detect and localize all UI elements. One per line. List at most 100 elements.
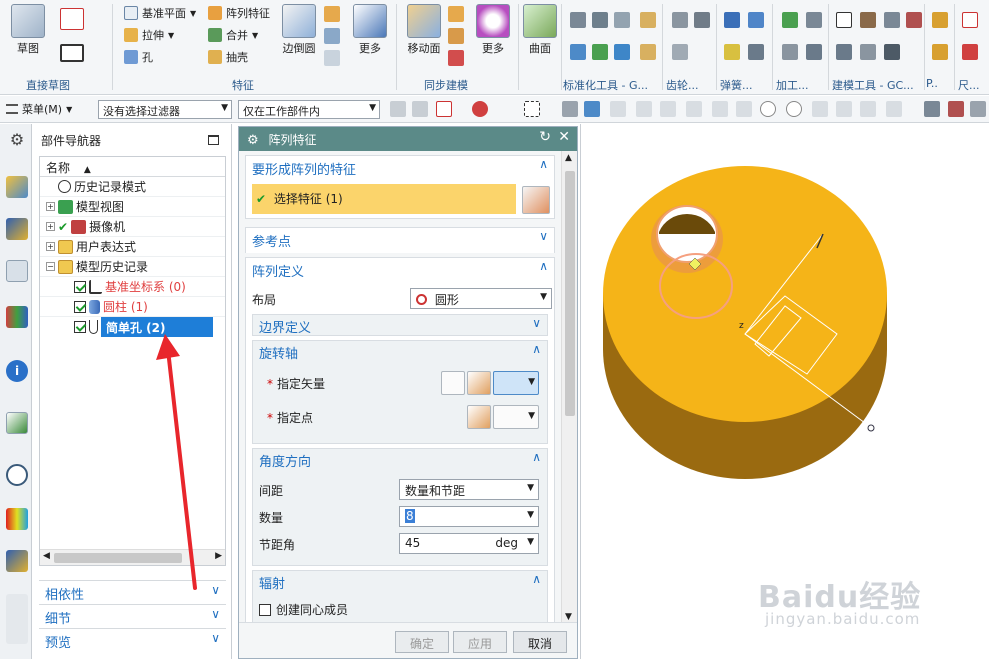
tree-row-model-history[interactable]: − 模型历史记录 (40, 257, 225, 277)
extrude-button[interactable]: 拉伸 ▼ (124, 27, 174, 43)
expand-icon[interactable]: + (46, 202, 55, 211)
more-tools-icon[interactable] (6, 594, 28, 644)
visibility-checkbox[interactable] (74, 280, 86, 293)
collapse-icon[interactable]: − (46, 262, 55, 271)
section-header-features[interactable]: 要形成阵列的特征 ∧ (246, 156, 554, 181)
datum-plane-button[interactable]: 基准平面 ▼ (124, 5, 196, 21)
section-header-reference[interactable]: 参考点 ∨ (246, 228, 554, 253)
ok-button[interactable]: 确定 (395, 631, 449, 653)
std-tool-icon[interactable] (614, 12, 630, 28)
section-header-definition[interactable]: 阵列定义 ∧ (246, 258, 554, 283)
std-tool-icon[interactable] (614, 44, 630, 60)
spacing-select[interactable]: 数量和节距 ▼ (399, 479, 539, 500)
selection-scope-select[interactable]: 仅在工作部件内 ▼ (238, 100, 380, 119)
vector-dialog-button[interactable] (467, 371, 491, 395)
hole-button[interactable]: 孔 (124, 49, 153, 65)
machining-icon[interactable] (782, 12, 798, 28)
dimension-icon[interactable] (932, 44, 948, 60)
edge-blend-button[interactable]: 边倒圆 (280, 4, 318, 56)
tree-row-cylinder[interactable]: 圆柱 (1) (40, 297, 225, 317)
sketch-button[interactable]: 草图 (8, 4, 48, 56)
tree-row-history-mode[interactable]: 历史记录模式 (40, 177, 225, 197)
assembly-navigator-icon[interactable] (6, 176, 28, 198)
snap-icon[interactable] (412, 101, 428, 117)
std-tool-icon[interactable] (592, 12, 608, 28)
apply-button[interactable]: 应用 (453, 631, 507, 653)
gear-icon[interactable] (672, 44, 688, 60)
reset-icon[interactable]: ↻ (539, 129, 551, 145)
modeling-tool-icon[interactable] (906, 12, 922, 28)
dialog-scrollbar[interactable]: ▲ ▼ (561, 151, 577, 624)
create-concentric-row[interactable]: 创建同心成员 (259, 601, 348, 618)
scroll-thumb[interactable] (565, 171, 575, 416)
modeling-tool-icon[interactable] (860, 44, 876, 60)
gear-icon[interactable] (672, 12, 688, 28)
scroll-left-icon[interactable]: ◀ (43, 551, 50, 561)
snap-icon[interactable] (836, 101, 852, 117)
shell-button[interactable]: 抽壳 (208, 49, 248, 65)
snap-icon[interactable] (712, 101, 728, 117)
subsection-boundary[interactable]: 边界定义 ∨ (252, 314, 548, 336)
pattern-feature-button[interactable]: 阵列特征 (208, 5, 270, 21)
palette-icon[interactable] (6, 508, 28, 530)
delete-face-icon[interactable] (448, 50, 464, 66)
offset-region-icon[interactable] (448, 28, 464, 44)
spring-icon[interactable] (748, 44, 764, 60)
select-feature-icon[interactable] (472, 101, 488, 117)
radiation-header[interactable]: 辐射 ∧ (253, 571, 547, 594)
visibility-checkbox[interactable] (74, 300, 86, 313)
select-feature-row[interactable]: ✔ 选择特征 (1) (252, 184, 516, 214)
panel-details[interactable]: 细节 ∨ (39, 604, 226, 627)
snap-icon[interactable] (736, 101, 752, 117)
machining-icon[interactable] (806, 12, 822, 28)
snap-icon[interactable] (786, 101, 802, 117)
curve-icon[interactable] (60, 8, 84, 30)
history-clock-icon[interactable] (6, 464, 28, 486)
scroll-down-icon[interactable]: ▼ (565, 612, 572, 622)
panel-preview[interactable]: 预览 ∨ (39, 628, 226, 651)
reuse-library-icon[interactable] (6, 306, 28, 328)
expand-icon[interactable]: + (46, 222, 55, 231)
part-navigator-icon[interactable] (6, 260, 28, 282)
reverse-direction-button[interactable] (441, 371, 465, 395)
menu-button[interactable]: 菜单(M) ▼ (6, 101, 72, 117)
modeling-tool-icon[interactable] (860, 12, 876, 28)
dimension-icon[interactable] (962, 12, 978, 28)
modeling-tool-icon[interactable] (884, 44, 900, 60)
select-rect-icon[interactable] (524, 101, 540, 117)
snap-icon[interactable] (660, 101, 676, 117)
angle-direction-header[interactable]: 角度方向 ∧ (253, 449, 547, 472)
rotation-axis-header[interactable]: 旋转轴 ∧ (253, 341, 547, 364)
column-header-name[interactable]: 名称 ▲ (40, 157, 225, 177)
tree-row-datum-csys[interactable]: 基准坐标系 (0) (40, 277, 225, 297)
spring-icon[interactable] (748, 12, 764, 28)
machining-icon[interactable] (806, 44, 822, 60)
count-input[interactable]: 8 ▼ (399, 506, 539, 527)
cancel-button[interactable]: 取消 (513, 631, 567, 653)
expand-icon[interactable]: + (46, 242, 55, 251)
std-tool-icon[interactable] (592, 44, 608, 60)
visibility-checkbox[interactable] (74, 321, 86, 333)
pull-face-icon[interactable] (448, 6, 464, 22)
snap-icon[interactable] (610, 101, 626, 117)
modeling-tool-icon[interactable] (836, 12, 852, 28)
std-tool-icon[interactable] (570, 44, 586, 60)
modeling-tool-icon[interactable] (836, 44, 852, 60)
std-tool-icon[interactable] (640, 44, 656, 60)
selection-filter-select[interactable]: 没有选择过滤器 ▼ (98, 100, 232, 119)
layout-select[interactable]: 圆形 ▼ (410, 288, 552, 309)
view-icon[interactable] (970, 101, 986, 117)
create-concentric-checkbox[interactable] (259, 604, 271, 616)
maximize-icon[interactable] (208, 135, 219, 145)
more-features-button[interactable]: 更多 (352, 4, 388, 56)
std-tool-icon[interactable] (640, 12, 656, 28)
tree-row-user-expressions[interactable]: + 用户表达式 (40, 237, 225, 257)
trim-body-icon[interactable] (324, 50, 340, 66)
machining-icon[interactable] (782, 44, 798, 60)
point-dialog-button[interactable] (467, 405, 491, 429)
snap-icon[interactable] (760, 101, 776, 117)
snap-icon[interactable] (390, 101, 406, 117)
close-icon[interactable]: ✕ (558, 129, 570, 145)
gear-icon[interactable] (694, 12, 710, 28)
snap-icon[interactable] (686, 101, 702, 117)
